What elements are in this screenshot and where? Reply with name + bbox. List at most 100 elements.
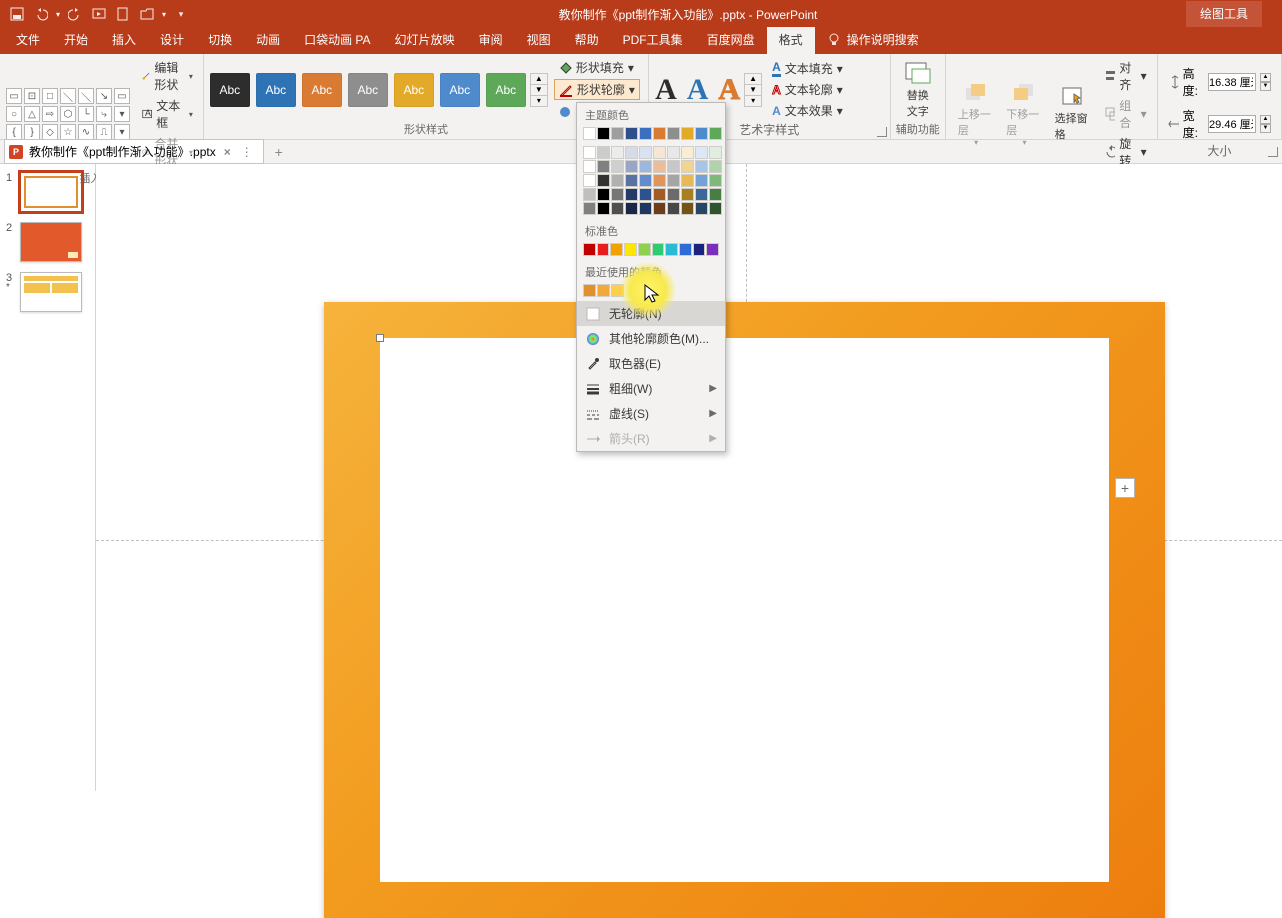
gallery-scroll[interactable]: ▲ ▼ ▾ — [530, 73, 548, 107]
color-swatch[interactable] — [667, 127, 680, 140]
shape-line-icon[interactable]: ＼ — [60, 88, 76, 104]
resize-handle-nw[interactable] — [376, 334, 384, 342]
slide-thumbnail-2[interactable] — [20, 222, 82, 262]
tab-animations[interactable]: 动画 — [244, 27, 292, 54]
color-swatch[interactable] — [611, 284, 624, 297]
slide-canvas[interactable]: + — [324, 302, 1165, 918]
color-swatch[interactable] — [667, 174, 680, 187]
save-icon[interactable] — [8, 5, 26, 23]
tab-home[interactable]: 开始 — [52, 27, 100, 54]
color-swatch[interactable] — [653, 174, 666, 187]
shape-textbox-icon[interactable]: □ — [42, 88, 58, 104]
context-tab-drawing-tools[interactable]: 绘图工具 — [1186, 1, 1262, 27]
tab-slideshow[interactable]: 幻灯片放映 — [383, 27, 467, 54]
shape-triangle-icon[interactable]: △ — [24, 106, 40, 122]
shape-rect2-icon[interactable]: ▭ — [114, 88, 130, 104]
color-swatch[interactable] — [695, 160, 708, 173]
color-swatch[interactable] — [597, 284, 610, 297]
color-swatch[interactable] — [611, 146, 624, 159]
selection-pane-button[interactable]: 选择窗格 — [1049, 86, 1097, 142]
style-swatch-4[interactable]: Abc — [348, 73, 388, 107]
alt-text-button[interactable]: 替换 文字 — [898, 61, 938, 119]
color-swatch[interactable] — [597, 160, 610, 173]
color-swatch[interactable] — [597, 202, 610, 215]
tab-pdf-tools[interactable]: PDF工具集 — [611, 27, 695, 54]
color-swatch[interactable] — [639, 127, 652, 140]
shape-connector-icon[interactable]: ⤷ — [96, 106, 112, 122]
color-swatch[interactable] — [681, 188, 694, 201]
color-swatch[interactable] — [583, 202, 596, 215]
dd-no-outline[interactable]: 无轮廓(N) — [577, 301, 725, 326]
shape-brace2-icon[interactable]: } — [24, 124, 40, 140]
shape-text-icon[interactable]: ⊡ — [24, 88, 40, 104]
shape-arrow-line-icon[interactable]: ↘ — [96, 88, 112, 104]
color-swatch[interactable] — [625, 127, 638, 140]
color-swatch[interactable] — [681, 127, 694, 140]
color-swatch[interactable] — [681, 146, 694, 159]
slide-thumbnail-3[interactable] — [20, 272, 82, 312]
shape-expand-icon[interactable]: ▾ — [114, 124, 130, 140]
color-swatch[interactable] — [709, 160, 722, 173]
color-swatch[interactable] — [709, 146, 722, 159]
color-swatch[interactable] — [709, 127, 722, 140]
color-swatch[interactable] — [639, 174, 652, 187]
dd-eyedropper[interactable]: 取色器(E) — [577, 351, 725, 376]
color-swatch[interactable] — [667, 146, 680, 159]
shape-callout-icon[interactable]: ◇ — [42, 124, 58, 140]
color-swatch[interactable] — [706, 243, 719, 256]
gallery-more-icon[interactable]: ▾ — [531, 96, 547, 106]
color-swatch[interactable] — [653, 188, 666, 201]
color-swatch[interactable] — [583, 127, 596, 140]
shapes-gallery[interactable]: ▭ ⊡ □ ＼ ＼ ↘ ▭ ○ △ ⇨ ⬡ └ ⤷ ▾ { } ◇ ☆ ∿ ⎍ — [6, 88, 130, 140]
text-outline-button[interactable]: A文本轮廓▾ — [768, 80, 847, 99]
new-file-icon[interactable] — [114, 5, 132, 23]
color-swatch[interactable] — [681, 202, 694, 215]
color-swatch[interactable] — [639, 146, 652, 159]
tab-pocket-anim[interactable]: 口袋动画 PA — [292, 27, 382, 54]
color-swatch[interactable] — [625, 188, 638, 201]
height-spinner[interactable]: ▲▼ — [1260, 73, 1271, 91]
tab-insert[interactable]: 插入 — [100, 27, 148, 54]
wa-up-icon[interactable]: ▲ — [745, 74, 761, 85]
redo-icon[interactable] — [66, 5, 84, 23]
color-swatch[interactable] — [583, 243, 596, 256]
color-swatch[interactable] — [638, 243, 651, 256]
width-spinner[interactable]: ▲▼ — [1260, 115, 1271, 133]
color-swatch[interactable] — [709, 174, 722, 187]
color-swatch[interactable] — [695, 174, 708, 187]
color-swatch[interactable] — [597, 146, 610, 159]
color-swatch[interactable] — [695, 202, 708, 215]
color-swatch[interactable] — [610, 243, 623, 256]
color-swatch[interactable] — [611, 127, 624, 140]
color-swatch[interactable] — [583, 146, 596, 159]
color-swatch[interactable] — [667, 202, 680, 215]
color-swatch[interactable] — [625, 174, 638, 187]
dd-dashes[interactable]: 虚线(S) ▶ — [577, 401, 725, 426]
style-swatch-7[interactable]: Abc — [486, 73, 526, 107]
group-button[interactable]: 组合▾ — [1101, 96, 1151, 132]
color-swatch[interactable] — [695, 127, 708, 140]
color-swatch[interactable] — [625, 202, 638, 215]
color-swatch[interactable] — [597, 188, 610, 201]
shape-more-icon[interactable]: ▾ — [114, 106, 130, 122]
dialog-launcher-size[interactable] — [1268, 147, 1278, 157]
tab-help[interactable]: 帮助 — [563, 27, 611, 54]
style-swatch-6[interactable]: Abc — [440, 73, 480, 107]
undo-icon[interactable] — [32, 5, 50, 23]
shape-outline-button[interactable]: 形状轮廓▾ — [554, 79, 640, 100]
color-swatch[interactable] — [665, 243, 678, 256]
document-tab[interactable]: P 教你制作《ppt制作渐入功能》.pptx × ⋮ — [4, 139, 264, 164]
width-input[interactable] — [1208, 115, 1256, 133]
color-swatch[interactable] — [597, 243, 610, 256]
dd-weight[interactable]: 粗细(W) ▶ — [577, 376, 725, 401]
new-document-button[interactable]: + — [268, 142, 290, 162]
shape-style-gallery[interactable]: Abc Abc Abc Abc Abc Abc Abc — [210, 73, 526, 107]
gallery-down-icon[interactable]: ▼ — [531, 85, 547, 96]
wordart-scroll[interactable]: ▲ ▼ ▾ — [744, 73, 762, 107]
color-swatch[interactable] — [695, 146, 708, 159]
slideshow-icon[interactable] — [90, 5, 108, 23]
tab-format[interactable]: 格式 — [767, 27, 815, 54]
shape-fill-button[interactable]: 形状填充▾ — [554, 58, 640, 77]
shape-rect-icon[interactable]: ▭ — [6, 88, 22, 104]
color-swatch[interactable] — [624, 243, 637, 256]
